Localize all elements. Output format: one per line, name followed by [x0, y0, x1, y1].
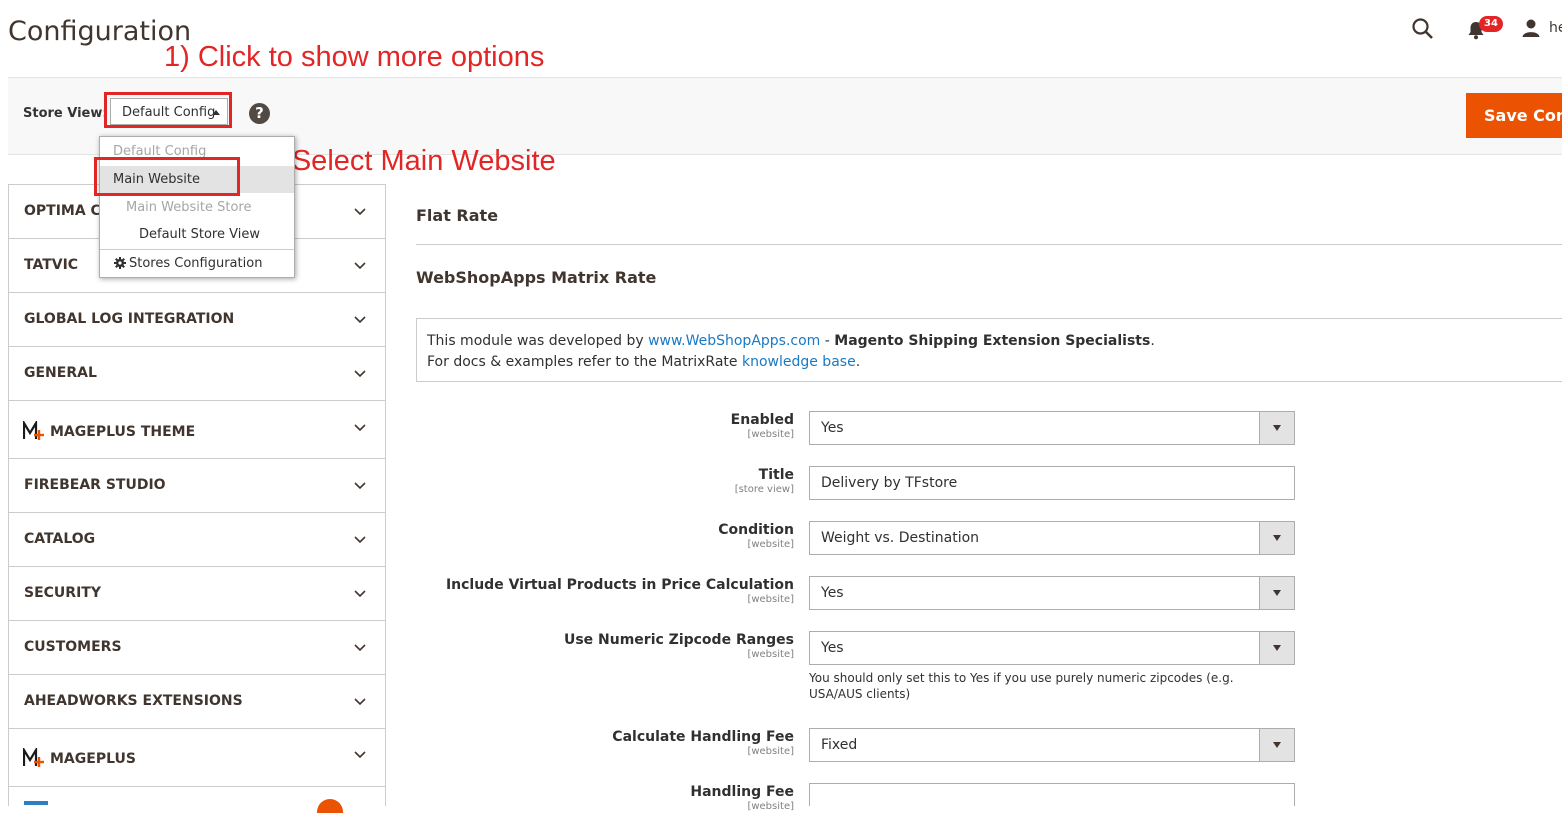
enabled-scope: [website]	[747, 429, 794, 440]
handling-fee-label: Handling Fee	[690, 784, 794, 800]
partial-logo-icon	[24, 801, 48, 805]
notification-count-badge: 34	[1479, 16, 1503, 32]
info-text: This module was developed by	[427, 333, 649, 349]
enabled-select-value: Yes	[821, 420, 844, 436]
calculate-handling-fee-label: Calculate Handling Fee	[612, 729, 794, 745]
dropdown-stores-configuration-link[interactable]: Stores Configuration	[100, 250, 294, 277]
sidebar-item-customers[interactable]: CUSTOMERS	[8, 621, 386, 675]
chevron-down-icon	[354, 751, 366, 759]
help-icon[interactable]: ?	[249, 103, 270, 124]
chevron-down-icon	[354, 644, 366, 652]
include-virtual-products-select[interactable]: Yes	[809, 576, 1295, 610]
info-text: .	[855, 354, 861, 370]
dropdown-item-default-store-view[interactable]: Default Store View	[100, 221, 294, 248]
annotation-step1: 1) Click to show more options	[164, 41, 545, 73]
webshopapps-link[interactable]: www.WebShopApps.com	[648, 333, 820, 349]
annotation-highlight-main-website	[94, 157, 240, 196]
sidebar-item-label: FIREBEAR STUDIO	[24, 477, 166, 493]
gear-icon	[114, 252, 126, 279]
select-arrow-icon	[1259, 577, 1294, 609]
numeric-zipcode-note: You should only set this to Yes if you u…	[809, 671, 1234, 701]
sidebar-item-label: SECURITY	[24, 585, 101, 601]
sidebar-item-label: CATALOG	[24, 531, 96, 547]
enabled-label: Enabled	[730, 412, 794, 428]
sidebar-item-global-log-integration[interactable]: GLOBAL LOG INTEGRATION	[8, 293, 386, 347]
sidebar-item-label: GENERAL	[24, 365, 97, 381]
knowledge-base-link[interactable]: knowledge base	[742, 354, 856, 370]
mageplus-logo-icon	[23, 748, 44, 767]
chevron-down-icon	[354, 424, 366, 432]
include-virtual-products-label: Include Virtual Products in Price Calcul…	[445, 577, 794, 593]
sidebar-item-label: MAGEPLUS	[50, 751, 136, 767]
sidebar-item-label: GLOBAL LOG INTEGRATION	[24, 311, 235, 327]
section-webshopapps-matrix-rate[interactable]: WebShopApps Matrix Rate	[416, 268, 656, 287]
info-text: .	[1150, 333, 1155, 349]
module-info-box: This module was developed by www.WebShop…	[416, 318, 1562, 382]
annotation-step2: 2) Select Main Website	[258, 145, 556, 177]
annotation-highlight-store-view	[104, 92, 232, 128]
numeric-zipcode-scope: [website]	[747, 649, 794, 660]
section-divider	[416, 244, 1562, 245]
enabled-select[interactable]: Yes	[809, 411, 1295, 445]
calculate-handling-fee-select[interactable]: Fixed	[809, 728, 1295, 762]
search-icon[interactable]	[1411, 17, 1435, 41]
store-view-label: Store View:	[23, 106, 108, 121]
stores-configuration-label: Stores Configuration	[129, 256, 263, 271]
condition-select[interactable]: Weight vs. Destination	[809, 521, 1295, 555]
chevron-down-icon	[354, 536, 366, 544]
save-config-button[interactable]: Save Conf	[1466, 93, 1562, 138]
chevron-down-icon	[354, 590, 366, 598]
chevron-down-icon	[354, 262, 366, 270]
sidebar-item-aheadworks-extensions[interactable]: AHEADWORKS EXTENSIONS	[8, 675, 386, 729]
condition-label: Condition	[718, 522, 794, 538]
select-arrow-icon	[1259, 729, 1294, 761]
sidebar-item-firebear-studio[interactable]: FIREBEAR STUDIO	[8, 459, 386, 513]
handling-fee-scope: [website]	[747, 801, 794, 812]
condition-scope: [website]	[747, 539, 794, 550]
user-name[interactable]: he	[1549, 20, 1562, 36]
handling-fee-input[interactable]	[809, 783, 1295, 806]
condition-select-value: Weight vs. Destination	[821, 530, 980, 546]
info-line-2: For docs & examples refer to the MatrixR…	[427, 352, 1562, 373]
chevron-down-icon	[354, 208, 366, 216]
info-bold-text: Magento Shipping Extension Specialists	[834, 333, 1151, 349]
numeric-zipcode-value: Yes	[821, 640, 844, 656]
select-arrow-icon	[1259, 522, 1294, 554]
sidebar-item-security[interactable]: SECURITY	[8, 567, 386, 621]
chevron-down-icon	[354, 698, 366, 706]
include-virtual-products-scope: [website]	[747, 594, 794, 605]
section-flat-rate[interactable]: Flat Rate	[416, 206, 498, 225]
info-text: -	[820, 333, 835, 349]
sidebar-item-mageplus-theme[interactable]: MAGEPLUS THEME	[8, 401, 386, 459]
sidebar-item-label: TATVIC	[24, 257, 79, 273]
title-label: Title	[758, 467, 794, 483]
title-scope: [store view]	[734, 484, 794, 495]
sidebar-item-mageplus[interactable]: MAGEPLUS	[8, 729, 386, 787]
orange-badge-icon	[317, 799, 343, 813]
numeric-zipcode-select[interactable]: Yes	[809, 631, 1295, 665]
sidebar-item-label: AHEADWORKS EXTENSIONS	[24, 693, 243, 709]
info-text: For docs & examples refer to the MatrixR…	[427, 354, 742, 370]
title-input[interactable]: Delivery by TFstore	[809, 466, 1295, 500]
user-avatar-icon[interactable]	[1521, 18, 1541, 38]
select-arrow-icon	[1259, 412, 1294, 444]
calculate-handling-fee-scope: [website]	[747, 746, 794, 757]
sidebar-item-partial[interactable]	[8, 787, 386, 813]
chevron-down-icon	[354, 482, 366, 490]
chevron-down-icon	[354, 370, 366, 378]
include-virtual-products-value: Yes	[821, 585, 844, 601]
sidebar-item-general[interactable]: GENERAL	[8, 347, 386, 401]
dropdown-item-main-website-store: Main Website Store	[126, 200, 252, 215]
mageplus-logo-icon	[23, 421, 44, 440]
calculate-handling-fee-value: Fixed	[821, 737, 858, 753]
info-line-1: This module was developed by www.WebShop…	[427, 331, 1562, 352]
sidebar-item-label: MAGEPLUS THEME	[50, 424, 196, 440]
numeric-zipcode-label: Use Numeric Zipcode Ranges	[563, 632, 794, 648]
sidebar-item-label: CUSTOMERS	[24, 639, 122, 655]
select-arrow-icon	[1259, 632, 1294, 664]
sidebar-item-catalog[interactable]: CATALOG	[8, 513, 386, 567]
chevron-down-icon	[354, 316, 366, 324]
